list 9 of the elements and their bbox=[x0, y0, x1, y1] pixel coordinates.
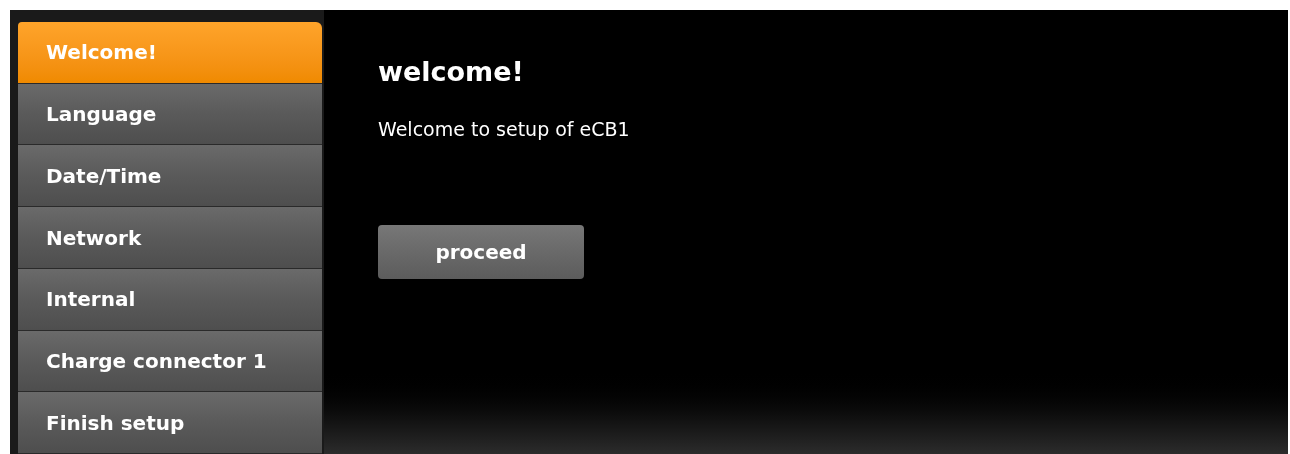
sidebar-item[interactable]: Date/Time bbox=[18, 145, 322, 208]
sidebar-item[interactable]: Internal bbox=[18, 268, 322, 331]
sidebar-item[interactable]: Network bbox=[18, 207, 322, 269]
welcome-message: Welcome to setup of eCB1 bbox=[378, 116, 630, 142]
proceed-button[interactable]: proceed bbox=[378, 225, 584, 279]
sidebar-item[interactable]: Language bbox=[18, 83, 322, 146]
sidebar-item[interactable]: Finish setup bbox=[18, 392, 322, 454]
sidebar-item[interactable]: Charge connector 1 bbox=[18, 330, 322, 393]
page-title: welcome! bbox=[378, 55, 524, 89]
